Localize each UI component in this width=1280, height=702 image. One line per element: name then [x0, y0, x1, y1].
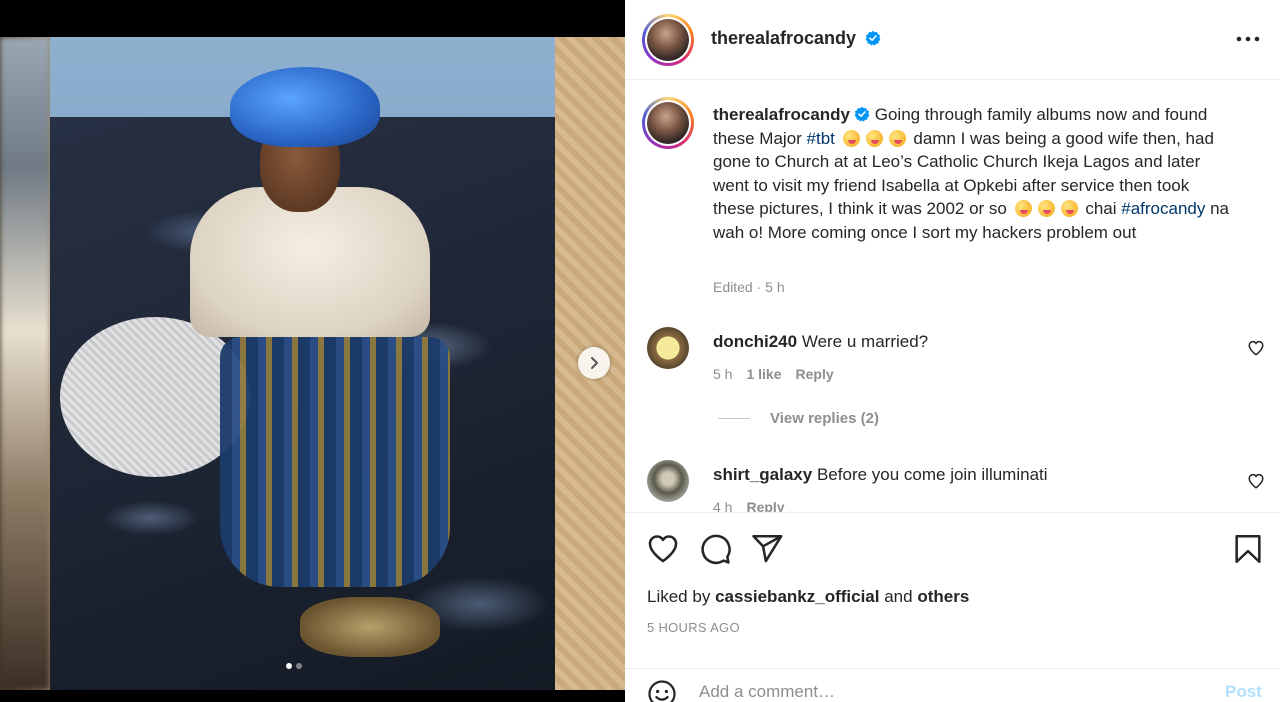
liked-by-and: and: [884, 587, 913, 606]
zany-face-emoji: [1060, 200, 1078, 218]
carousel-dot-active: [286, 663, 292, 669]
comment-time[interactable]: 4 h: [713, 499, 732, 512]
hashtag-link[interactable]: #afrocandy: [1121, 199, 1205, 218]
comment-body: shirt_galaxy Before you come join illumi…: [713, 465, 1048, 485]
liked-by-prefix: Liked by: [647, 587, 711, 606]
post-photo[interactable]: [0, 37, 625, 690]
post-header: therealafrocandy: [625, 0, 1280, 80]
caption-author-avatar[interactable]: [642, 97, 694, 149]
smiley-icon[interactable]: [647, 679, 677, 702]
view-replies-button[interactable]: View replies (2): [718, 410, 879, 427]
author-username-text: therealafrocandy: [711, 28, 857, 48]
heart-icon[interactable]: [1247, 472, 1265, 490]
shoes: [300, 597, 440, 657]
verified-badge-icon: [865, 30, 880, 46]
replies-divider: [718, 418, 750, 419]
carousel-dot: [296, 663, 302, 669]
post-timestamp[interactable]: 5 HOURS AGO: [647, 620, 740, 635]
hashtag-link[interactable]: #tbt: [807, 129, 835, 148]
more-options-button[interactable]: [1234, 27, 1262, 51]
caption-text-3: chai: [1080, 199, 1122, 219]
comment-body: donchi240 Were u married?: [713, 332, 928, 352]
printed-photograph: [50, 37, 555, 690]
more-horizontal-icon: [1236, 36, 1260, 42]
next-photo-button[interactable]: [578, 347, 610, 379]
zany-face-emoji: [842, 129, 860, 147]
comment-input[interactable]: [699, 682, 1199, 702]
liked-by-text: Liked by cassiebankz_official and others: [647, 587, 969, 607]
zany-face-emoji: [1014, 200, 1032, 218]
photo-edge-left: [0, 37, 50, 690]
comment-likes-count[interactable]: 1 like: [746, 366, 781, 382]
comment-text: Were u married?: [801, 332, 929, 351]
comment-text: Before you come join illuminati: [816, 465, 1048, 484]
comment-bubble-icon[interactable]: [698, 532, 732, 566]
zany-face-emoji: [888, 129, 906, 147]
reply-button[interactable]: Reply: [796, 366, 834, 382]
chevron-right-icon: [591, 357, 598, 369]
wrapper-skirt: [220, 337, 450, 587]
add-comment-bar: Post: [625, 668, 1280, 702]
post-caption: therealafrocandy Going through family al…: [713, 103, 1233, 245]
comment-meta: 4 h Reply: [713, 499, 785, 512]
comments-list[interactable]: therealafrocandy Going through family al…: [625, 81, 1280, 512]
post-comment-button[interactable]: Post: [1225, 682, 1262, 702]
blue-headtie: [230, 67, 380, 147]
post-sidebar: therealafrocandy therealafrocandy Going …: [625, 0, 1280, 702]
paper-plane-icon[interactable]: [750, 532, 784, 566]
author-avatar[interactable]: [642, 14, 694, 66]
bookmark-icon[interactable]: [1231, 532, 1265, 566]
commenter-username[interactable]: donchi240: [713, 332, 797, 351]
caption-edited-time: Edited · 5 h: [713, 279, 785, 295]
liked-by-user[interactable]: cassiebankz_official: [715, 587, 879, 606]
zany-face-emoji: [1037, 200, 1055, 218]
comment-meta: 5 h 1 like Reply: [713, 366, 834, 382]
caption-username[interactable]: therealafrocandy: [713, 105, 850, 124]
heart-icon[interactable]: [646, 532, 680, 566]
post-media-pane: [0, 0, 625, 702]
reply-button[interactable]: Reply: [746, 499, 784, 512]
comment-time[interactable]: 5 h: [713, 366, 732, 382]
zany-face-emoji: [865, 129, 883, 147]
verified-badge-icon: [854, 106, 870, 122]
heart-icon[interactable]: [1247, 339, 1265, 357]
commenter-avatar[interactable]: [647, 460, 689, 502]
commenter-avatar[interactable]: [647, 327, 689, 369]
commenter-username[interactable]: shirt_galaxy: [713, 465, 812, 484]
liked-by-others[interactable]: others: [917, 587, 969, 606]
post-actions: Liked by cassiebankz_official and others…: [625, 512, 1280, 702]
carousel-indicator: [286, 663, 302, 669]
view-replies-label: View replies (2): [770, 410, 879, 427]
author-username[interactable]: therealafrocandy: [711, 28, 881, 49]
instagram-post-modal: therealafrocandy therealafrocandy Going …: [0, 0, 1280, 702]
